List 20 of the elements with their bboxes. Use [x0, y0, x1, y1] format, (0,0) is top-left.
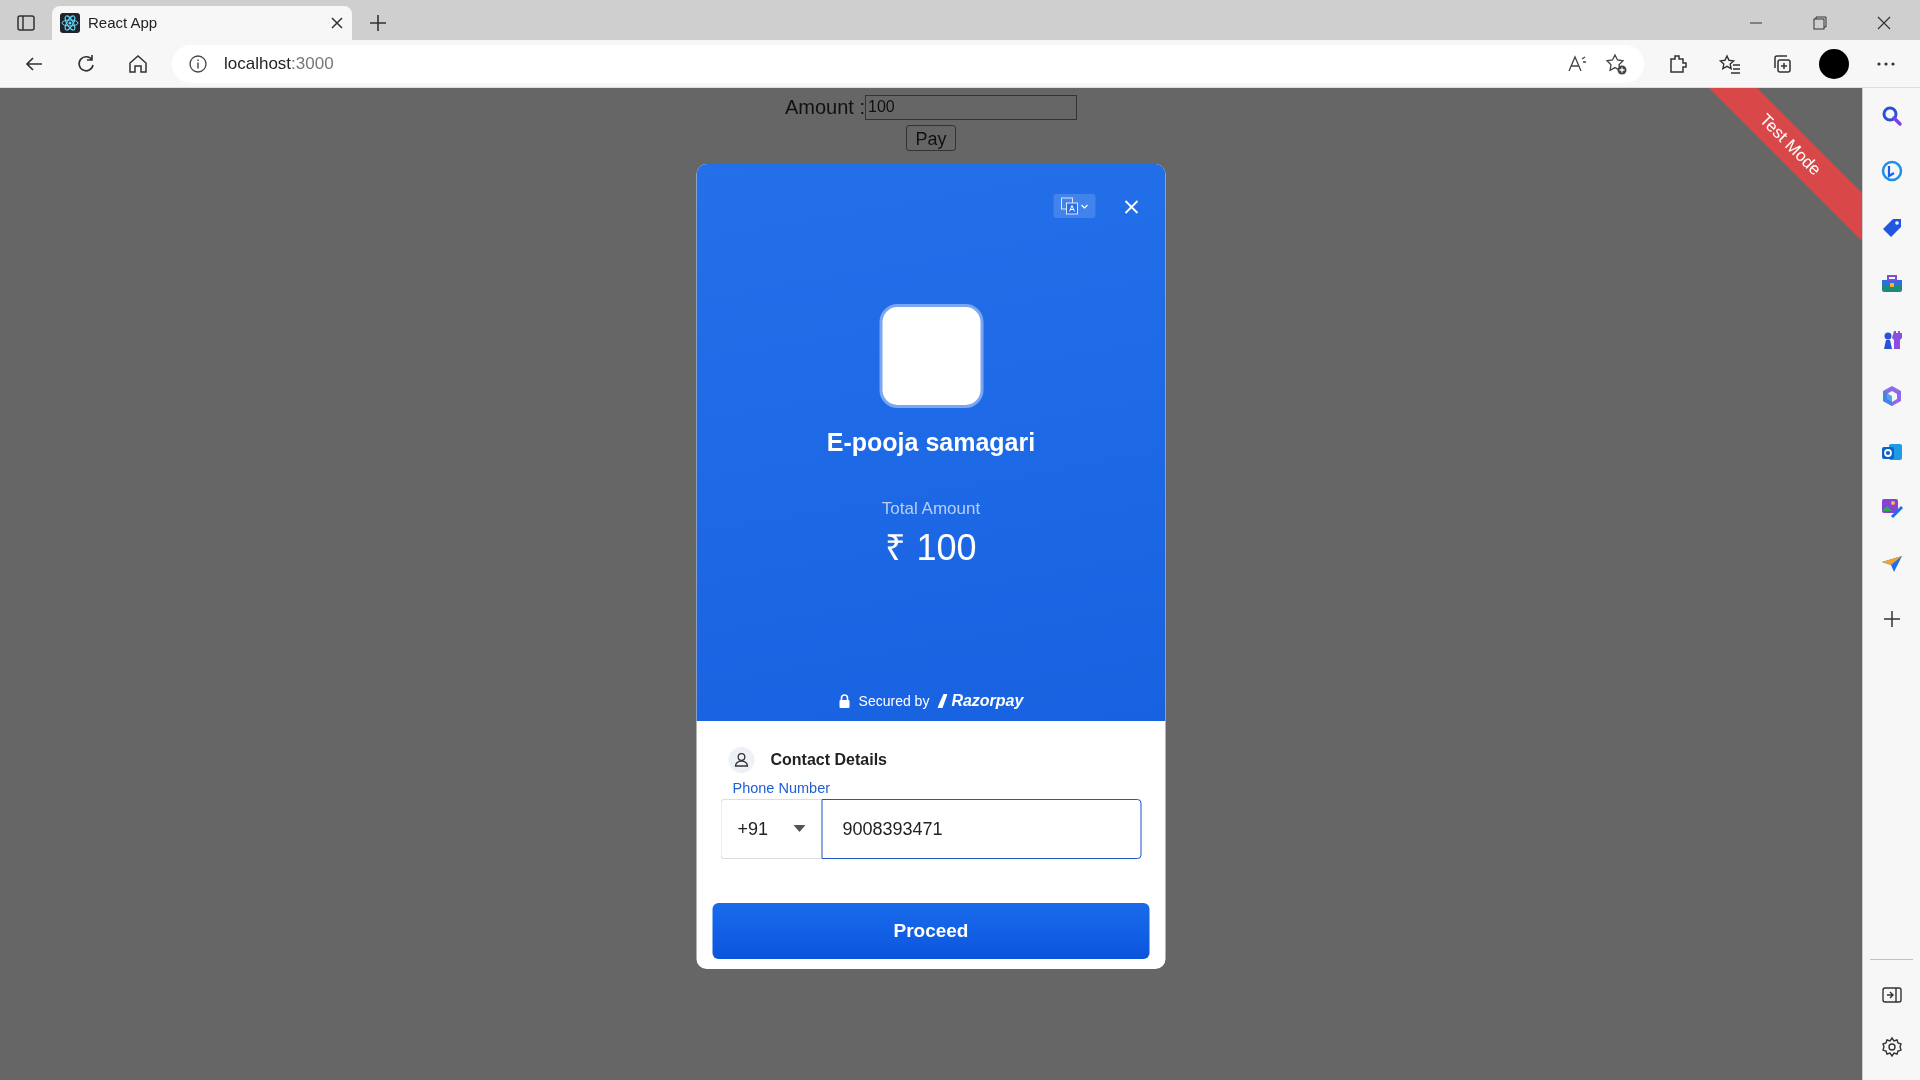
language-icon[interactable]: [1053, 194, 1096, 218]
phone-number-field[interactable]: 9008393471: [821, 799, 1142, 859]
total-amount: ₹ 100: [885, 526, 977, 570]
atom-icon: [60, 13, 80, 33]
contact-details-heading: Contact Details: [770, 750, 887, 770]
lock-icon: [838, 694, 851, 708]
country-code-select[interactable]: +91: [720, 799, 822, 859]
caret-icon: [793, 825, 806, 833]
merchant-name: E-pooja samagari: [826, 427, 1036, 458]
info-icon: [188, 53, 208, 74]
close-tab-icon[interactable]: [330, 16, 344, 30]
secured-by-text: Secured by: [858, 691, 930, 711]
address-bar[interactable]: localhost:3000: [172, 44, 1644, 83]
brand-name: Razorpay: [951, 691, 1024, 711]
proceed-button[interactable]: Proceed: [712, 903, 1150, 959]
slash-logo-icon: [937, 694, 948, 708]
url-text: localhost:3000: [224, 52, 334, 75]
browser-tab[interactable]: React App: [52, 6, 352, 40]
total-label: Total Amount: [881, 497, 981, 520]
amount-label: Amount :: [784, 95, 865, 120]
